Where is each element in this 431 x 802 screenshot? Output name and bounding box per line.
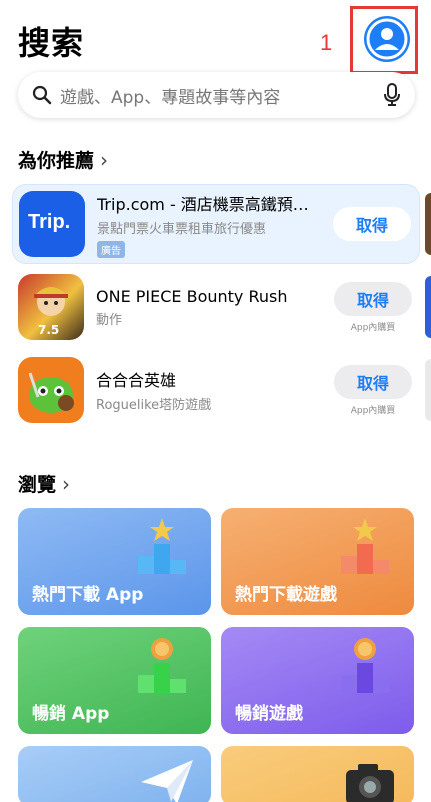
microphone-icon[interactable] bbox=[383, 83, 401, 107]
category-top-paid-games[interactable]: 暢銷遊戲 bbox=[221, 627, 414, 734]
get-button[interactable]: 取得 bbox=[334, 364, 412, 399]
paper-plane-icon bbox=[141, 760, 193, 802]
list-item-heroes[interactable]: 合合合英雄 Roguelike塔防遊戲 取得 App內購買 bbox=[12, 350, 420, 430]
category-label: 暢銷遊戲 bbox=[235, 704, 303, 724]
category-top-paid-apps[interactable]: 暢銷 App bbox=[18, 627, 211, 734]
next-card-peek bbox=[425, 276, 431, 338]
heroes-app-icon bbox=[18, 357, 84, 423]
app-subtitle: Roguelike塔防遊戲 bbox=[96, 398, 212, 413]
search-icon bbox=[32, 85, 52, 105]
podium-coin-icon bbox=[341, 638, 389, 693]
ad-badge: 廣告 bbox=[97, 240, 125, 258]
app-name: 合合合英雄 bbox=[96, 371, 177, 390]
app-name: Trip.com - 酒店機票高鐵預… bbox=[97, 194, 309, 214]
get-button[interactable]: 取得 bbox=[333, 207, 411, 241]
category-top-free-games[interactable]: 熱門下載遊戲 bbox=[221, 508, 414, 615]
browse-title: 瀏覽 bbox=[18, 474, 57, 496]
podium-coin-icon bbox=[138, 638, 186, 693]
chevron-right-icon: › bbox=[100, 147, 109, 172]
recommended-title: 為你推薦 bbox=[18, 150, 95, 172]
person-icon bbox=[366, 18, 408, 60]
app-subtitle: 動作 bbox=[96, 312, 123, 328]
annotation-number: 1 bbox=[320, 30, 333, 55]
podium-star-icon bbox=[341, 518, 389, 574]
recommended-section-title[interactable]: 為你推薦 › bbox=[18, 146, 108, 173]
in-app-purchase-label: App內購買 bbox=[350, 405, 396, 416]
chevron-right-icon: › bbox=[62, 471, 71, 496]
trip-app-icon: Trip. bbox=[19, 191, 85, 257]
next-card-peek bbox=[425, 359, 431, 421]
account-button[interactable] bbox=[364, 16, 410, 62]
list-item-onepiece[interactable]: 7.5 ONE PIECE Bounty Rush 動作 取得 App內購買 bbox=[12, 267, 420, 347]
category-label: 暢銷 App bbox=[32, 704, 110, 724]
category-label: 熱門下載遊戲 bbox=[235, 585, 337, 605]
browse-section-title[interactable]: 瀏覽 › bbox=[18, 470, 70, 497]
get-button[interactable]: 取得 bbox=[334, 281, 412, 316]
page-title: 搜索 bbox=[18, 24, 85, 62]
search-input[interactable]: 遊戲、App、專題故事等內容 bbox=[60, 83, 383, 108]
in-app-purchase-label: App內購買 bbox=[350, 322, 396, 333]
category-label: 熱門下載 App bbox=[32, 585, 144, 605]
category-top-free-apps[interactable]: 熱門下載 App bbox=[18, 508, 211, 615]
green-hero-icon bbox=[28, 372, 74, 413]
podium-star-icon bbox=[138, 518, 186, 574]
search-bar[interactable]: 遊戲、App、專題故事等內容 bbox=[18, 72, 415, 118]
category-card[interactable] bbox=[221, 746, 414, 802]
svg-text:7.5: 7.5 bbox=[38, 323, 59, 337]
app-name: ONE PIECE Bounty Rush bbox=[96, 286, 288, 306]
onepiece-app-icon: 7.5 bbox=[18, 274, 84, 340]
app-subtitle: 景點門票火車票租車旅行優惠 bbox=[97, 221, 267, 237]
character-art-icon: 7.5 bbox=[34, 287, 68, 337]
list-item-trip[interactable]: Trip. Trip.com - 酒店機票高鐵預… 景點門票火車票租車旅行優惠 … bbox=[12, 184, 420, 264]
category-card[interactable] bbox=[18, 746, 211, 802]
camera-icon bbox=[346, 764, 394, 802]
next-card-peek bbox=[425, 193, 431, 255]
trip-logo-text: Trip. bbox=[28, 211, 71, 233]
